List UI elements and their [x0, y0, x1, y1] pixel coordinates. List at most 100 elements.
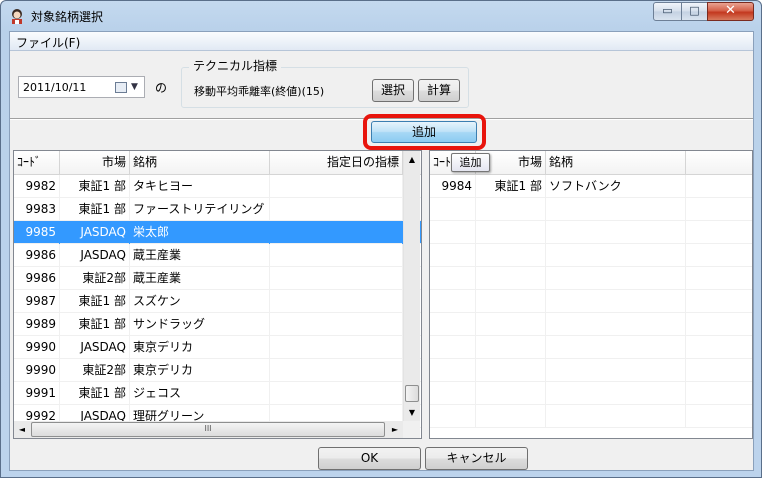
- selected-row[interactable]: [430, 290, 752, 313]
- selected-row[interactable]: [430, 313, 752, 336]
- stock-row[interactable]: 9990 JASDAQ 東京デリカ: [14, 336, 421, 359]
- stock-row[interactable]: 9983 東証1 部ファーストリテイリング: [14, 198, 421, 221]
- selected-row[interactable]: [430, 244, 752, 267]
- indicator-value: 移動平均乖離率(終値)(15): [194, 85, 325, 98]
- scroll-left-icon[interactable]: ◄: [14, 421, 30, 438]
- stock-cell-market: 東証2部: [60, 359, 130, 382]
- ok-button[interactable]: OK: [318, 447, 421, 470]
- selected-cell-name: [546, 405, 686, 428]
- calendar-icon[interactable]: [115, 82, 127, 93]
- scroll-right-icon[interactable]: ►: [387, 421, 403, 438]
- selected-row[interactable]: [430, 359, 752, 382]
- minimize-icon: ▭: [662, 4, 673, 17]
- selected-cell-code: [430, 198, 476, 221]
- stock-cell-code: 9989: [14, 313, 60, 336]
- selected-cell-code: [430, 405, 476, 428]
- selected-cell-extra: [686, 359, 752, 382]
- stock-cell-code: 9991: [14, 382, 60, 405]
- chevron-down-icon[interactable]: ▼: [131, 82, 138, 92]
- selected-cell-market: 東証1 部: [476, 175, 546, 198]
- stock-cell-indicator: [270, 221, 403, 244]
- stock-row[interactable]: 9991 東証1 部ジェコス: [14, 382, 421, 405]
- selected-cell-name: [546, 267, 686, 290]
- scroll-up-icon[interactable]: ▲: [404, 151, 420, 168]
- selected-cell-market: [476, 405, 546, 428]
- client-area: ファイル(F) 2011/10/11 ▼ の テクニカル指標 移動平均乖離率(終…: [9, 31, 754, 471]
- minimize-button[interactable]: ▭: [653, 2, 682, 21]
- selected-row[interactable]: [430, 267, 752, 290]
- header-indicator[interactable]: 指定日の指標: [270, 151, 403, 175]
- stock-cell-name: 東京デリカ: [130, 359, 270, 382]
- stock-row[interactable]: 9990 東証2部 東京デリカ: [14, 359, 421, 382]
- selected-list[interactable]: ｺｰﾄﾞ 市場 銘柄 9984 東証1 部ソフトバンク: [429, 150, 753, 439]
- selected-row[interactable]: [430, 336, 752, 359]
- selected-cell-name: [546, 221, 686, 244]
- scroll-thumb[interactable]: [405, 385, 419, 402]
- cancel-button[interactable]: キャンセル: [425, 447, 528, 470]
- selected-cell-name: ソフトバンク: [546, 175, 686, 198]
- selected-cell-extra: [686, 175, 752, 198]
- selected-cell-market: [476, 313, 546, 336]
- selected-cell-code: [430, 290, 476, 313]
- stock-row[interactable]: 9986 JASDAQ 蔵王産業: [14, 244, 421, 267]
- selected-cell-extra: [686, 382, 752, 405]
- selected-cell-code: [430, 313, 476, 336]
- add-button[interactable]: 追加: [371, 121, 477, 143]
- stock-cell-code: 9985: [14, 221, 60, 244]
- selected-cell-market: [476, 244, 546, 267]
- selected-row[interactable]: [430, 382, 752, 405]
- maximize-button[interactable]: □: [681, 2, 708, 21]
- title-bar[interactable]: 対象銘柄選択 ▭ □ ✕: [1, 1, 761, 31]
- selected-cell-name: [546, 359, 686, 382]
- stock-row[interactable]: 9989 東証1 部サンドラッグ: [14, 313, 421, 336]
- header-name[interactable]: 銘柄: [546, 151, 686, 175]
- stock-cell-code: 9982: [14, 175, 60, 198]
- selected-cell-market: [476, 267, 546, 290]
- stock-cell-market: 東証1 部: [60, 290, 130, 313]
- header-market[interactable]: 市場: [60, 151, 130, 175]
- stock-row[interactable]: 9987 東証1 部スズケン: [14, 290, 421, 313]
- selected-row[interactable]: [430, 198, 752, 221]
- stock-cell-indicator: [270, 290, 403, 313]
- date-picker[interactable]: 2011/10/11 ▼: [18, 76, 145, 98]
- stock-cell-name: タキヒヨー: [130, 175, 270, 198]
- stock-list[interactable]: ｺｰﾄﾞ 市場 銘柄 指定日の指標 9982 東証1 部タキヒヨー 9983 東証1 …: [13, 150, 422, 439]
- calculate-button[interactable]: 計算: [418, 79, 460, 102]
- close-icon: ✕: [725, 3, 736, 18]
- stock-cell-code: 9987: [14, 290, 60, 313]
- vertical-scrollbar[interactable]: ▲ ▼: [403, 151, 420, 421]
- stock-cell-market: 東証1 部: [60, 313, 130, 336]
- selected-cell-market: [476, 382, 546, 405]
- stock-cell-market: JASDAQ: [60, 221, 130, 244]
- stock-cell-market: 東証1 部: [60, 382, 130, 405]
- stock-cell-market: 東証2部: [60, 267, 130, 290]
- selected-cell-market: [476, 359, 546, 382]
- selected-cell-code: [430, 382, 476, 405]
- header-name[interactable]: 銘柄: [130, 151, 270, 175]
- selected-cell-extra: [686, 290, 752, 313]
- stock-cell-name: ファーストリテイリング: [130, 198, 270, 221]
- stock-row[interactable]: 9985 JASDAQ 栄太郎: [14, 221, 421, 244]
- window-title: 対象銘柄選択: [31, 10, 104, 24]
- menu-file[interactable]: ファイル(F): [16, 34, 80, 51]
- selected-cell-extra: [686, 313, 752, 336]
- stock-cell-name: サンドラッグ: [130, 313, 270, 336]
- stock-cell-indicator: [270, 336, 403, 359]
- select-indicator-button[interactable]: 選択: [372, 79, 414, 102]
- header-code[interactable]: ｺｰﾄﾞ: [14, 151, 60, 175]
- selected-row[interactable]: [430, 405, 752, 428]
- stock-row[interactable]: 9986 東証2部 蔵王産業: [14, 267, 421, 290]
- stock-cell-indicator: [270, 313, 403, 336]
- horizontal-scrollbar[interactable]: ◄ III ►: [14, 421, 403, 438]
- selected-row[interactable]: 9984 東証1 部ソフトバンク: [430, 175, 752, 198]
- stock-row[interactable]: 9982 東証1 部タキヒヨー: [14, 175, 421, 198]
- close-button[interactable]: ✕: [707, 2, 754, 21]
- horizontal-scroll-thumb[interactable]: III: [31, 422, 385, 437]
- maximize-icon: □: [689, 4, 700, 17]
- stock-cell-code: 9986: [14, 244, 60, 267]
- selected-cell-name: [546, 244, 686, 267]
- menu-bar: ファイル(F): [10, 32, 753, 51]
- scroll-down-icon[interactable]: ▼: [404, 404, 420, 421]
- stock-cell-name: ジェコス: [130, 382, 270, 405]
- selected-row[interactable]: [430, 221, 752, 244]
